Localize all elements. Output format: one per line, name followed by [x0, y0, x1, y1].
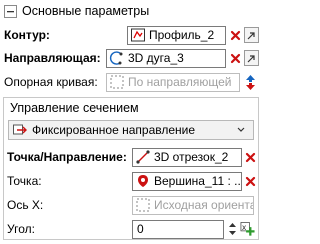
section-mode-value: Фиксированное направление: [32, 123, 196, 137]
profile-icon: [130, 27, 146, 43]
x-axis-field[interactable]: Исходная ориентаци: [132, 195, 254, 215]
point-label: Точка:: [7, 174, 42, 188]
spin-up-down-icon: [229, 223, 236, 235]
pick-arrow-icon: [247, 31, 255, 39]
point-direction-label: Точка/Направление:: [7, 150, 127, 164]
contour-value: Профиль_2: [149, 28, 215, 42]
guide-value: 3D дуга_3: [128, 51, 184, 65]
support-curve-label: Опорная кривая:: [4, 75, 98, 89]
contour-clear-button[interactable]: [228, 27, 243, 43]
section-control-title: Управление сечением: [10, 101, 139, 115]
add-variable-icon: x: [240, 222, 255, 236]
chevron-down-icon: [237, 127, 245, 132]
reverse-direction-button[interactable]: [243, 74, 258, 90]
red-x-icon: [230, 53, 241, 63]
section-control-group: Управление сечением Фиксированное направ…: [3, 97, 259, 240]
guide-row: Направляющая: 3D дуга_3: [0, 48, 262, 68]
point-field[interactable]: Вершина_11 : ...: [132, 171, 242, 191]
point-direction-field[interactable]: 3D отрезок_2: [132, 147, 242, 167]
arc-icon: [109, 50, 125, 66]
pick-arrow-icon: [247, 54, 255, 62]
dashed-box-icon: [109, 74, 125, 90]
fixed-direction-icon: [13, 124, 27, 135]
angle-input[interactable]: 0: [132, 219, 224, 239]
collapse-toggle[interactable]: [4, 4, 17, 18]
vertex-icon: [135, 173, 151, 189]
guide-clear-button[interactable]: [228, 50, 243, 66]
dashed-box-icon: [135, 197, 151, 213]
guide-label: Направляющая:: [4, 51, 101, 65]
red-x-icon: [230, 30, 241, 40]
angle-row: Угол: 0 x: [4, 219, 258, 239]
point-direction-row: Точка/Направление: 3D отрезок_2: [4, 147, 258, 167]
add-variable-button[interactable]: x: [240, 221, 255, 237]
point-row: Точка: Вершина_11 : ...: [4, 171, 258, 191]
x-axis-row: Ось X: Исходная ориентаци: [4, 195, 258, 215]
main-parameters-header: Основные параметры: [0, 0, 262, 22]
contour-label: Контур:: [4, 28, 50, 42]
minus-icon: [7, 10, 14, 12]
section-mode-dropdown[interactable]: Фиксированное направление: [8, 120, 254, 140]
support-curve-placeholder: По направляющей: [128, 75, 232, 89]
swap-arrows-icon: [246, 74, 255, 90]
guide-pick-button[interactable]: [244, 50, 259, 66]
angle-label: Угол:: [7, 222, 35, 236]
angle-spinner[interactable]: [225, 221, 240, 237]
red-x-icon: [245, 152, 256, 162]
guide-field[interactable]: 3D дуга_3: [106, 48, 226, 68]
segment-icon: [135, 149, 151, 165]
properties-panel: Основные параметры Контур: Профиль_2 Нап…: [0, 0, 262, 244]
contour-field[interactable]: Профиль_2: [127, 25, 226, 45]
point-value: Вершина_11 : ...: [154, 174, 242, 188]
point-clear-button[interactable]: [243, 173, 258, 189]
point-direction-clear-button[interactable]: [243, 149, 258, 165]
group-title: Основные параметры: [22, 4, 150, 18]
contour-row: Контур: Профиль_2: [0, 25, 262, 45]
contour-pick-button[interactable]: [244, 27, 259, 43]
x-axis-placeholder: Исходная ориентаци: [154, 198, 253, 212]
point-direction-value: 3D отрезок_2: [154, 150, 229, 164]
red-x-icon: [245, 176, 256, 186]
support-curve-field[interactable]: По направляющей: [106, 72, 240, 92]
angle-value: 0: [137, 222, 144, 236]
x-axis-label: Ось X:: [7, 198, 44, 212]
support-curve-row: Опорная кривая: По направляющей: [0, 72, 262, 92]
